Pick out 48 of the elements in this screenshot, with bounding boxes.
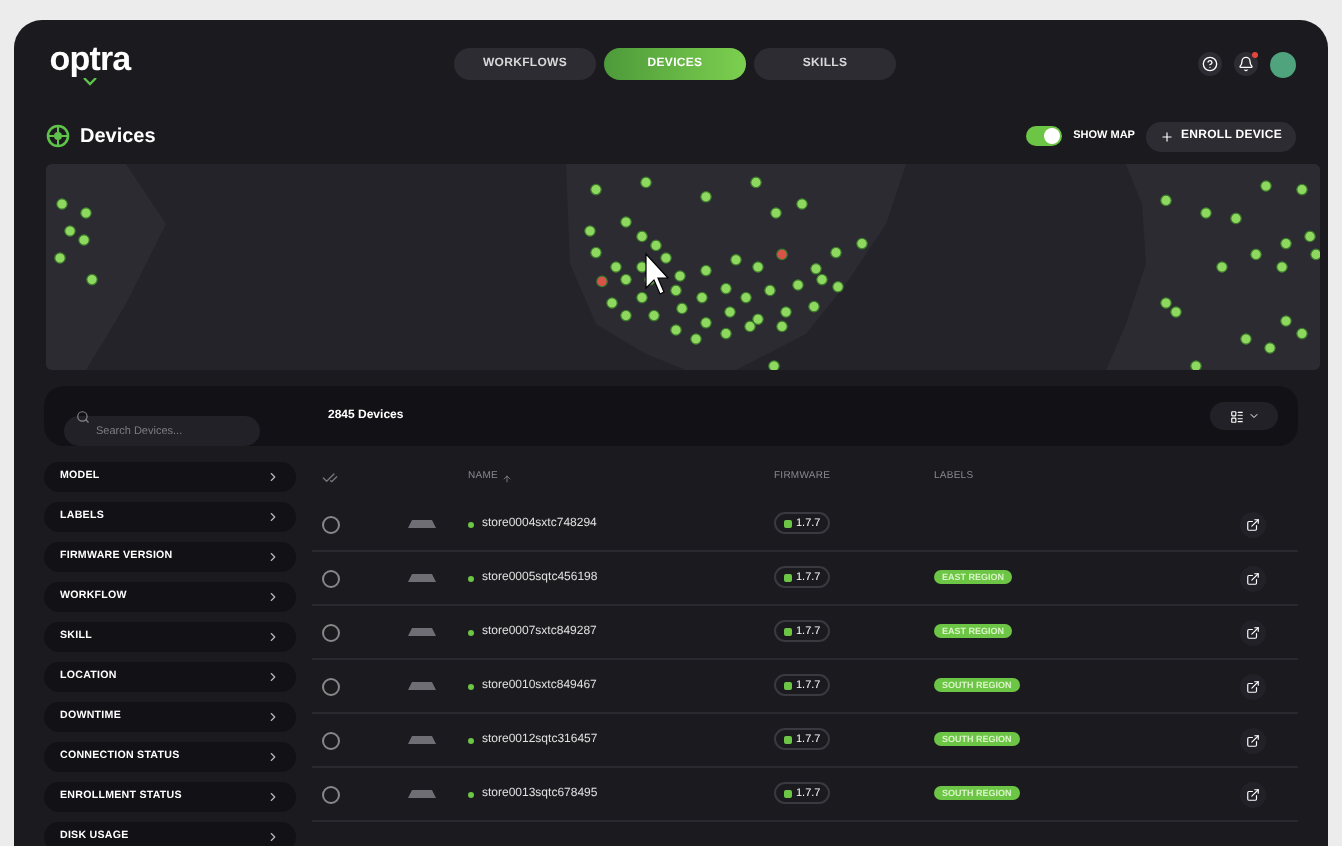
external-link-icon	[1246, 733, 1260, 747]
external-link-icon	[1246, 787, 1260, 801]
select-all-icon[interactable]	[322, 470, 338, 486]
chevron-right-icon	[266, 790, 280, 804]
external-link-icon	[1246, 679, 1260, 693]
chevron-right-icon	[266, 710, 280, 724]
plus-icon	[1160, 129, 1175, 143]
chevron-right-icon	[266, 590, 280, 604]
external-link-icon	[1246, 517, 1260, 531]
table-view-icon	[1229, 409, 1243, 423]
view-options-button[interactable]	[1210, 402, 1278, 430]
chevron-right-icon	[266, 470, 280, 484]
row-checkbox[interactable]	[322, 731, 340, 749]
chevron-right-icon	[266, 550, 280, 564]
device-icon	[408, 628, 436, 636]
row-checkbox[interactable]	[322, 515, 340, 533]
device-icon	[408, 682, 436, 690]
chevron-right-icon	[266, 750, 280, 764]
chevron-right-icon	[266, 510, 280, 524]
help-icon[interactable]	[1198, 52, 1222, 76]
chevron-right-icon	[266, 830, 280, 844]
device-icon	[408, 790, 436, 798]
brand-logo: optra	[49, 42, 131, 76]
search-icon	[76, 409, 90, 423]
notification-icon[interactable]	[1234, 52, 1258, 76]
chevron-right-icon	[266, 630, 280, 644]
row-checkbox[interactable]	[322, 785, 340, 803]
show-map-toggle[interactable]	[1025, 126, 1062, 146]
open-external-button[interactable]	[1240, 781, 1266, 807]
device-icon	[408, 574, 436, 582]
row-checkbox[interactable]	[322, 569, 340, 587]
avatar-icon[interactable]	[1270, 51, 1296, 77]
open-external-button[interactable]	[1240, 511, 1266, 537]
open-external-button[interactable]	[1240, 565, 1266, 591]
external-link-icon	[1246, 625, 1260, 639]
device-icon	[408, 736, 436, 744]
external-link-icon	[1246, 571, 1260, 585]
chevron-icon	[82, 78, 98, 86]
device-icon	[408, 520, 436, 528]
page-title: Devices	[80, 123, 156, 151]
row-checkbox[interactable]	[322, 677, 340, 695]
open-external-button[interactable]	[1240, 727, 1266, 753]
aperture-icon	[46, 124, 70, 148]
caret-icon	[1247, 410, 1259, 422]
open-external-button[interactable]	[1240, 619, 1266, 645]
row-checkbox[interactable]	[322, 623, 340, 641]
chevron-right-icon	[266, 670, 280, 684]
open-external-button[interactable]	[1240, 673, 1266, 699]
